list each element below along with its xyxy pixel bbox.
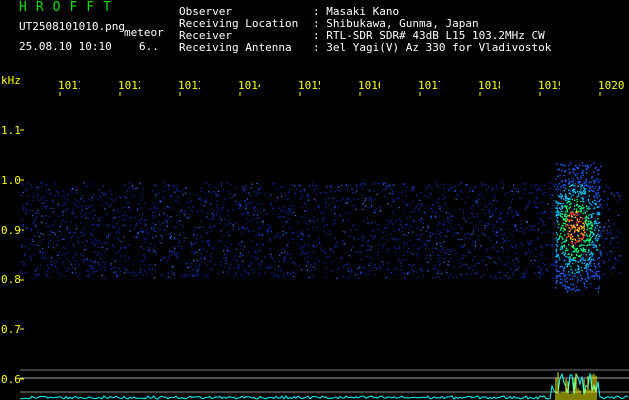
signal-level-trace	[19, 372, 629, 400]
spectrogram-plot	[19, 92, 629, 400]
spectrogram-screen: HROFFT UT2508101010.png meteor 25.08.10 …	[0, 0, 629, 400]
noise-band	[20, 182, 621, 279]
